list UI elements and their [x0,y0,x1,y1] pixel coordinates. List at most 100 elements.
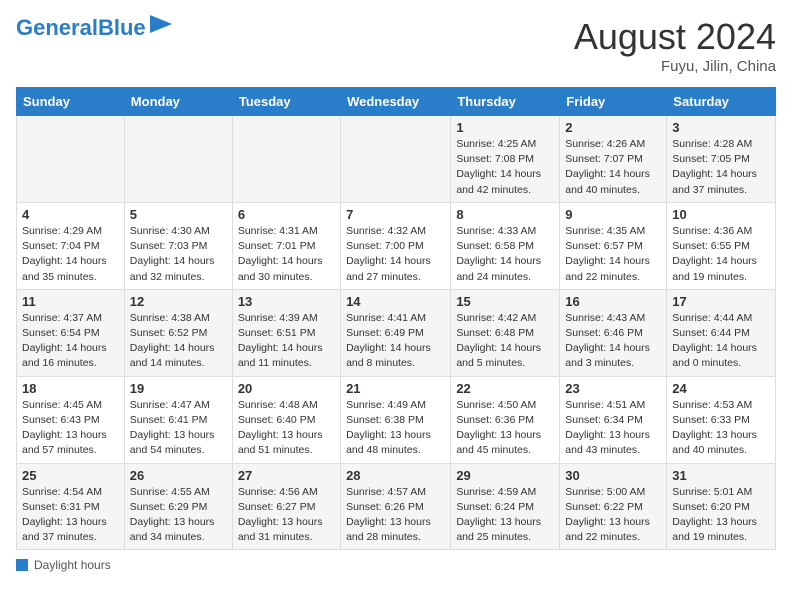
week-row-3: 18 Sunrise: 4:45 AM Sunset: 6:43 PM Dayli… [17,376,776,463]
day-number: 15 [456,294,554,309]
day-info: Sunrise: 4:36 AM Sunset: 6:55 PM Dayligh… [672,224,770,285]
day-number: 5 [130,207,227,222]
day-header-tuesday: Tuesday [232,88,340,116]
day-number: 16 [565,294,661,309]
day-number: 8 [456,207,554,222]
calendar-cell: 2 Sunrise: 4:26 AM Sunset: 7:07 PM Daylig… [560,116,667,203]
day-number: 7 [346,207,445,222]
day-number: 30 [565,468,661,483]
calendar-cell: 27Sunrise: 4:56 AM Sunset: 6:27 PM Dayli… [232,463,340,550]
day-info: Sunrise: 4:47 AM Sunset: 6:41 PM Dayligh… [130,398,227,459]
day-number: 14 [346,294,445,309]
calendar-cell: 9 Sunrise: 4:35 AM Sunset: 6:57 PM Daylig… [560,202,667,289]
day-number: 1 [456,120,554,135]
day-info: Sunrise: 4:45 AM Sunset: 6:43 PM Dayligh… [22,398,119,459]
day-info: Sunrise: 4:28 AM Sunset: 7:05 PM Dayligh… [672,137,770,198]
calendar-cell: 18 Sunrise: 4:45 AM Sunset: 6:43 PM Dayli… [17,376,125,463]
day-number: 9 [565,207,661,222]
day-info: Sunrise: 4:30 AM Sunset: 7:03 PM Dayligh… [130,224,227,285]
day-info: Sunrise: 4:44 AM Sunset: 6:44 PM Dayligh… [672,311,770,372]
calendar-cell: 5 Sunrise: 4:30 AM Sunset: 7:03 PM Daylig… [124,202,232,289]
day-number: 2 [565,120,661,135]
day-info: Sunrise: 4:35 AM Sunset: 6:57 PM Dayligh… [565,224,661,285]
day-number: 3 [672,120,770,135]
day-number: 20 [238,381,335,396]
calendar-cell: 21 Sunrise: 4:49 AM Sunset: 6:38 PM Dayli… [341,376,451,463]
day-info: Sunrise: 5:01 AM Sunset: 6:20 PM Dayligh… [672,485,770,546]
day-number: 25 [22,468,119,483]
calendar-cell: 22Sunrise: 4:50 AM Sunset: 6:36 PM Dayli… [451,376,560,463]
day-info: Sunrise: 4:49 AM Sunset: 6:38 PM Dayligh… [346,398,445,459]
day-header-thursday: Thursday [451,88,560,116]
day-info: Sunrise: 4:51 AM Sunset: 6:34 PM Dayligh… [565,398,661,459]
logo-arrow-icon [150,15,172,33]
day-info: Sunrise: 4:32 AM Sunset: 7:00 PM Dayligh… [346,224,445,285]
calendar-cell: 16 Sunrise: 4:43 AM Sunset: 6:46 PM Dayli… [560,289,667,376]
day-info: Sunrise: 4:26 AM Sunset: 7:07 PM Dayligh… [565,137,661,198]
day-header-friday: Friday [560,88,667,116]
calendar-cell: 30 Sunrise: 5:00 AM Sunset: 6:22 PM Dayli… [560,463,667,550]
day-number: 23 [565,381,661,396]
day-info: Sunrise: 4:39 AM Sunset: 6:51 PM Dayligh… [238,311,335,372]
day-header-saturday: Saturday [667,88,776,116]
day-info: Sunrise: 4:53 AM Sunset: 6:33 PM Dayligh… [672,398,770,459]
day-number: 19 [130,381,227,396]
day-number: 4 [22,207,119,222]
day-number: 31 [672,468,770,483]
day-number: 17 [672,294,770,309]
calendar-cell: 28Sunrise: 4:57 AM Sunset: 6:26 PM Dayli… [341,463,451,550]
calendar-cell: 7 Sunrise: 4:32 AM Sunset: 7:00 PM Daylig… [341,202,451,289]
calendar-cell: 11Sunrise: 4:37 AM Sunset: 6:54 PM Dayli… [17,289,125,376]
calendar-cell: 10 Sunrise: 4:36 AM Sunset: 6:55 PM Dayli… [667,202,776,289]
calendar-cell [341,116,451,203]
day-info: Sunrise: 4:57 AM Sunset: 6:26 PM Dayligh… [346,485,445,546]
day-number: 11 [22,294,119,309]
calendar-cell: 8Sunrise: 4:33 AM Sunset: 6:58 PM Daylig… [451,202,560,289]
days-header-row: SundayMondayTuesdayWednesdayThursdayFrid… [17,88,776,116]
month-year-title: August 2024 [574,16,776,58]
logo-text: GeneralBlue [16,16,146,40]
calendar-table: SundayMondayTuesdayWednesdayThursdayFrid… [16,87,776,550]
week-row-4: 25 Sunrise: 4:54 AM Sunset: 6:31 PM Dayli… [17,463,776,550]
calendar-cell: 31 Sunrise: 5:01 AM Sunset: 6:20 PM Dayli… [667,463,776,550]
day-info: Sunrise: 4:41 AM Sunset: 6:49 PM Dayligh… [346,311,445,372]
day-info: Sunrise: 4:43 AM Sunset: 6:46 PM Dayligh… [565,311,661,372]
calendar-cell: 29 Sunrise: 4:59 AM Sunset: 6:24 PM Dayli… [451,463,560,550]
title-block: August 2024 Fuyu, Jilin, China [574,16,776,75]
day-number: 13 [238,294,335,309]
day-number: 21 [346,381,445,396]
day-number: 10 [672,207,770,222]
day-header-monday: Monday [124,88,232,116]
calendar-cell: 14 Sunrise: 4:41 AM Sunset: 6:49 PM Dayli… [341,289,451,376]
calendar-cell: 25 Sunrise: 4:54 AM Sunset: 6:31 PM Dayli… [17,463,125,550]
calendar-cell: 26 Sunrise: 4:55 AM Sunset: 6:29 PM Dayli… [124,463,232,550]
day-info: Sunrise: 4:42 AM Sunset: 6:48 PM Dayligh… [456,311,554,372]
day-info: Sunrise: 4:55 AM Sunset: 6:29 PM Dayligh… [130,485,227,546]
calendar-cell: 19 Sunrise: 4:47 AM Sunset: 6:41 PM Dayli… [124,376,232,463]
footer: Daylight hours [16,558,776,572]
calendar-cell: 23 Sunrise: 4:51 AM Sunset: 6:34 PM Dayli… [560,376,667,463]
day-info: Sunrise: 4:56 AM Sunset: 6:27 PM Dayligh… [238,485,335,546]
day-number: 24 [672,381,770,396]
day-info: Sunrise: 5:00 AM Sunset: 6:22 PM Dayligh… [565,485,661,546]
day-number: 18 [22,381,119,396]
logo-general: General [16,15,98,40]
day-info: Sunrise: 4:31 AM Sunset: 7:01 PM Dayligh… [238,224,335,285]
calendar-cell [124,116,232,203]
day-number: 26 [130,468,227,483]
calendar-cell: 4 Sunrise: 4:29 AM Sunset: 7:04 PM Daylig… [17,202,125,289]
calendar-cell: 20 Sunrise: 4:48 AM Sunset: 6:40 PM Dayli… [232,376,340,463]
day-info: Sunrise: 4:50 AM Sunset: 6:36 PM Dayligh… [456,398,554,459]
calendar-cell: 3 Sunrise: 4:28 AM Sunset: 7:05 PM Daylig… [667,116,776,203]
day-info: Sunrise: 4:48 AM Sunset: 6:40 PM Dayligh… [238,398,335,459]
day-info: Sunrise: 4:59 AM Sunset: 6:24 PM Dayligh… [456,485,554,546]
day-info: Sunrise: 4:25 AM Sunset: 7:08 PM Dayligh… [456,137,554,198]
day-info: Sunrise: 4:29 AM Sunset: 7:04 PM Dayligh… [22,224,119,285]
day-number: 29 [456,468,554,483]
calendar-cell: 17 Sunrise: 4:44 AM Sunset: 6:44 PM Dayli… [667,289,776,376]
day-number: 6 [238,207,335,222]
page-header: GeneralBlue August 2024 Fuyu, Jilin, Chi… [16,16,776,75]
week-row-2: 11Sunrise: 4:37 AM Sunset: 6:54 PM Dayli… [17,289,776,376]
day-info: Sunrise: 4:54 AM Sunset: 6:31 PM Dayligh… [22,485,119,546]
footer-label: Daylight hours [34,558,111,572]
